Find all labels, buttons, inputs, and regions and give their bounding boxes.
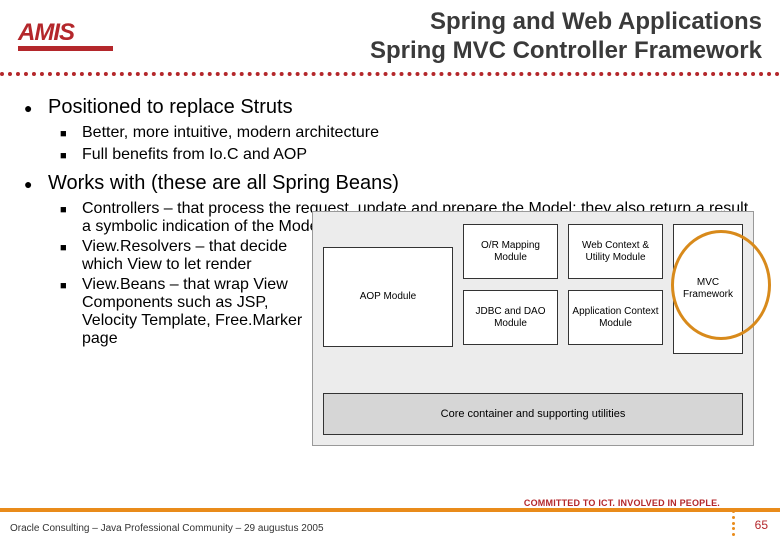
square-bullet-icon: ■ xyxy=(60,146,82,166)
box-orm: O/R Mapping Module xyxy=(463,224,558,279)
bullet-2-2-text: View.Resolvers – that decide which View … xyxy=(82,238,307,274)
bullet-2-3-text: View.Beans – that wrap View Components s… xyxy=(82,276,307,348)
architecture-diagram: AOP Module O/R Mapping Module Web Contex… xyxy=(312,211,754,446)
content-area: ● Positioned to replace Struts ■ Better,… xyxy=(24,90,762,492)
divider-dotted xyxy=(0,72,780,76)
bullet-2-text: Works with (these are all Spring Beans) xyxy=(48,172,399,196)
bullet-2: ● Works with (these are all Spring Beans… xyxy=(24,172,762,196)
footer-text: Oracle Consulting – Java Professional Co… xyxy=(0,523,324,540)
box-mvc: MVC Framework xyxy=(673,224,743,354)
square-bullet-icon: ■ xyxy=(60,200,82,236)
bullet-1-2-text: Full benefits from Io.C and AOP xyxy=(82,146,307,166)
box-aop: AOP Module xyxy=(323,247,453,347)
box-web-context: Web Context & Utility Module xyxy=(568,224,663,279)
disc-bullet-icon: ● xyxy=(24,172,48,196)
footer: Oracle Consulting – Java Professional Co… xyxy=(0,506,780,540)
square-bullet-icon: ■ xyxy=(60,276,82,348)
slide-header: AMIS Spring and Web Applications Spring … xyxy=(0,0,780,85)
bullet-1-2: ■ Full benefits from Io.C and AOP xyxy=(60,146,762,166)
box-app-context: Application Context Module xyxy=(568,290,663,345)
disc-bullet-icon: ● xyxy=(24,96,48,120)
title-line-2: Spring MVC Controller Framework xyxy=(370,37,762,66)
title-line-1: Spring and Web Applications xyxy=(370,8,762,37)
bullet-1-1: ■ Better, more intuitive, modern archite… xyxy=(60,124,762,144)
title-block: Spring and Web Applications Spring MVC C… xyxy=(370,8,762,66)
logo-bar xyxy=(18,46,113,51)
square-bullet-icon: ■ xyxy=(60,124,82,144)
page-number: 65 xyxy=(755,518,768,532)
box-core: Core container and supporting utilities xyxy=(323,393,743,435)
square-bullet-icon: ■ xyxy=(60,238,82,274)
vertical-dots-icon xyxy=(732,510,735,536)
logo-text: AMIS xyxy=(18,22,113,44)
bullet-1-text: Positioned to replace Struts xyxy=(48,96,293,120)
logo: AMIS xyxy=(18,22,113,66)
bullet-1-1-text: Better, more intuitive, modern architect… xyxy=(82,124,379,144)
footer-line xyxy=(0,508,780,512)
box-jdbc: JDBC and DAO Module xyxy=(463,290,558,345)
bullet-1: ● Positioned to replace Struts xyxy=(24,96,762,120)
